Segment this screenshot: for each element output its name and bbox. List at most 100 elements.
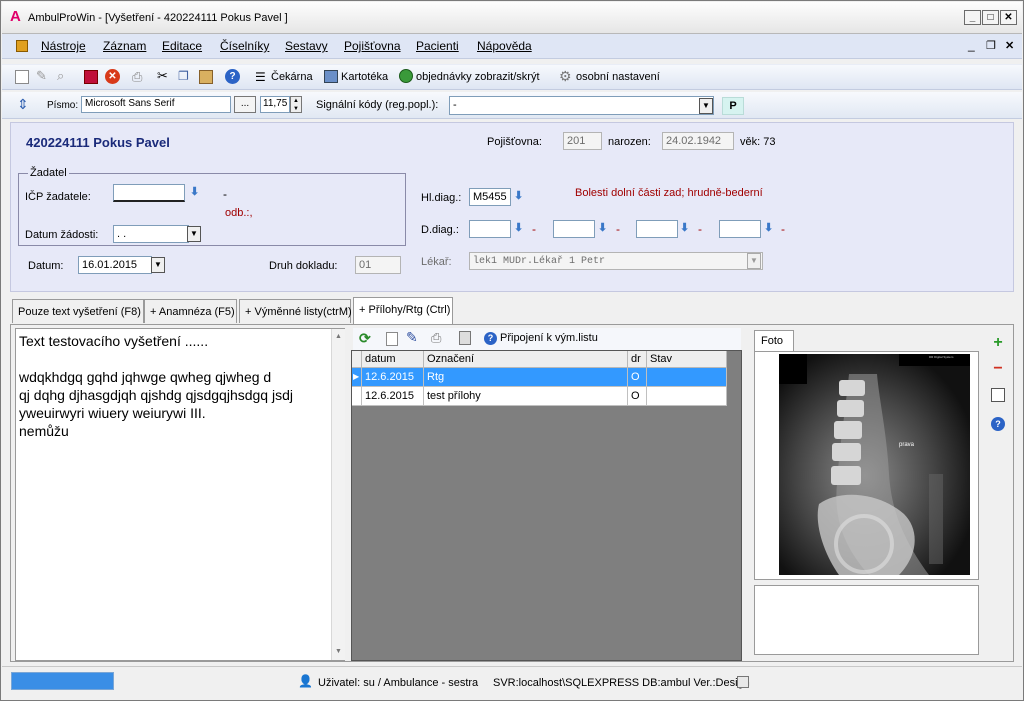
tab-exchange-sheets[interactable]: + Výměnné listy(ctrM) <box>239 299 352 323</box>
exam-text-line: yweuirwyri wiuery weiurywi III. <box>19 405 206 421</box>
print-icon[interactable]: ⎙ <box>132 69 142 85</box>
refresh-icon[interactable]: ⟳ <box>359 330 371 347</box>
date-field[interactable]: 16.01.2015 <box>78 256 152 274</box>
secondary-diagnosis-field-2[interactable] <box>553 220 595 238</box>
status-server: SVR:localhost\SQLEXPRESS DB:ambul Ver.:D… <box>493 677 750 689</box>
mdi-restore-icon[interactable]: ❐ <box>986 39 996 52</box>
connect-icon[interactable]: ? <box>484 332 497 345</box>
copy-icon[interactable]: ❐ <box>178 69 189 83</box>
signal-codes-select[interactable]: - <box>449 96 714 115</box>
table-row[interactable]: ▶ 12.6.2015 Rtg O <box>352 368 727 387</box>
new-attachment-icon[interactable] <box>386 332 398 346</box>
secondary-diagnosis-lookup-icon-2[interactable]: ⬇ <box>598 221 607 234</box>
gear-icon[interactable]: ⚙ <box>559 68 572 85</box>
mdi-minimize-icon[interactable]: _ <box>968 38 975 52</box>
secondary-diagnosis-field-3[interactable] <box>636 220 678 238</box>
icp-field[interactable] <box>113 184 185 202</box>
icp-label: IČP žadatele: <box>25 191 91 203</box>
column-header[interactable]: Stav <box>647 351 727 368</box>
font-size-field[interactable]: 11,75 <box>260 96 290 113</box>
icp-lookup-icon[interactable]: ⬇ <box>190 185 199 198</box>
secondary-diagnosis-lookup-icon-3[interactable]: ⬇ <box>680 221 689 234</box>
p-button[interactable]: P <box>722 97 744 115</box>
cut-icon[interactable]: ✂ <box>157 68 168 84</box>
main-diagnosis-field[interactable]: M5455 <box>469 188 511 206</box>
help-icon[interactable]: ? <box>225 69 240 84</box>
font-name-field[interactable]: Microsoft Sans Serif <box>81 96 231 113</box>
menu-pojistovna[interactable]: Pojišťovna <box>344 39 401 53</box>
insurance-field[interactable]: 201 <box>563 132 602 150</box>
menu-bar: Nástroje Záznam Editace Číselníky Sestav… <box>2 34 1022 59</box>
secondary-diagnosis-lookup-icon-4[interactable]: ⬇ <box>764 221 773 234</box>
card-index-icon[interactable] <box>324 70 338 83</box>
paste-icon[interactable] <box>199 70 213 84</box>
kartoteka-button[interactable]: Kartotéka <box>341 71 388 83</box>
secondary-diagnosis-field-4[interactable] <box>719 220 761 238</box>
edit-pencil-icon[interactable]: ✎ <box>36 68 47 84</box>
cekarna-button[interactable]: Čekárna <box>271 71 313 83</box>
date-dropdown-icon[interactable]: ▼ <box>151 257 165 273</box>
xray-image[interactable]: prava DR Digital System <box>779 354 970 575</box>
remove-photo-icon[interactable]: − <box>990 361 1006 377</box>
scroll-up-icon[interactable]: ▲ <box>332 330 345 343</box>
print-attachment-icon[interactable]: ⎙ <box>431 330 441 346</box>
exam-text-area[interactable]: Text testovacího vyšetření ...... wdqkhd… <box>15 328 345 661</box>
secondary-diagnosis-field-1[interactable] <box>469 220 511 238</box>
trash-icon[interactable] <box>459 331 471 345</box>
menu-ciselniky[interactable]: Číselníky <box>220 39 269 53</box>
menu-pacienti[interactable]: Pacienti <box>416 39 459 53</box>
tab-attachments[interactable]: + Přílohy/Rtg (Ctrl) <box>353 297 453 324</box>
scroll-down-icon[interactable]: ▼ <box>332 645 345 658</box>
main-diagnosis-lookup-icon[interactable]: ⬇ <box>514 189 523 202</box>
cancel-icon[interactable]: ✕ <box>105 69 120 84</box>
menu-editace[interactable]: Editace <box>162 39 202 53</box>
menu-napoveda[interactable]: Nápověda <box>477 39 532 53</box>
orders-toggle-button[interactable]: objednávky zobrazit/skrýt <box>416 71 540 83</box>
tab-anamnesis[interactable]: + Anamnéza (F5) <box>144 299 237 323</box>
photo-help-icon[interactable]: ? <box>991 417 1005 431</box>
save-icon[interactable] <box>84 70 98 84</box>
xray-brand-label: DR Digital System <box>929 355 954 359</box>
lock-icon[interactable] <box>737 676 749 688</box>
photo-description-box[interactable] <box>754 585 979 655</box>
edit-attachment-icon[interactable]: ✎ <box>406 329 418 346</box>
font-picker-button[interactable]: ... <box>234 96 256 113</box>
app-window: A AmbulProWin - [Vyšetření - 420224111 P… <box>0 0 1024 701</box>
doc-type-field[interactable]: 01 <box>355 256 401 274</box>
column-header[interactable]: datum <box>362 351 424 368</box>
split-icon[interactable]: ⇕ <box>17 96 29 113</box>
column-header[interactable]: Označení <box>424 351 628 368</box>
text-scrollbar[interactable]: ▲ ▼ <box>331 329 345 660</box>
orders-icon[interactable] <box>399 69 413 83</box>
cell-date: 12.6.2015 <box>362 387 424 406</box>
request-date-dropdown-icon[interactable]: ▼ <box>187 226 201 242</box>
font-size-stepper[interactable]: ▲ ▼ <box>290 96 302 113</box>
new-icon[interactable] <box>15 70 29 84</box>
add-photo-icon[interactable]: + <box>990 335 1006 351</box>
tab-photo[interactable]: Foto <box>754 330 794 352</box>
secondary-diagnosis-lookup-icon-1[interactable]: ⬇ <box>514 221 523 234</box>
zoom-photo-icon[interactable] <box>991 388 1005 402</box>
age-label: věk: 73 <box>740 136 776 148</box>
minimize-button[interactable]: _ <box>964 10 981 25</box>
waiting-room-icon[interactable]: ☰ <box>255 70 266 84</box>
mdi-close-icon[interactable]: ✕ <box>1005 39 1014 52</box>
mdi-child-icon[interactable] <box>16 40 28 52</box>
doctor-select[interactable]: lek1 MUDr.Lékař 1 Petr <box>469 252 763 270</box>
menu-zaznam[interactable]: Záznam <box>103 39 146 53</box>
born-field[interactable]: 24.02.1942 <box>662 132 734 150</box>
menu-nastroje[interactable]: Nástroje <box>41 39 86 53</box>
search-icon[interactable]: ⌕ <box>57 68 64 84</box>
chevron-down-icon[interactable]: ▼ <box>699 98 713 114</box>
tab-exam-text[interactable]: Pouze text vyšetření (F8) <box>12 299 144 323</box>
connect-to-sheet-button[interactable]: Připojení k vým.listu <box>500 332 598 344</box>
personal-settings-button[interactable]: osobní nastavení <box>576 71 660 83</box>
menu-sestavy[interactable]: Sestavy <box>285 39 328 53</box>
close-button[interactable]: ✕ <box>1000 10 1017 25</box>
column-header[interactable]: dr <box>628 351 647 368</box>
table-row[interactable]: 12.6.2015 test přílohy O <box>352 387 727 406</box>
request-date-field[interactable]: . . <box>113 225 189 243</box>
maximize-button[interactable]: □ <box>982 10 999 25</box>
doctor-dropdown-icon[interactable]: ▼ <box>747 253 761 269</box>
born-label: narozen: <box>608 136 651 148</box>
